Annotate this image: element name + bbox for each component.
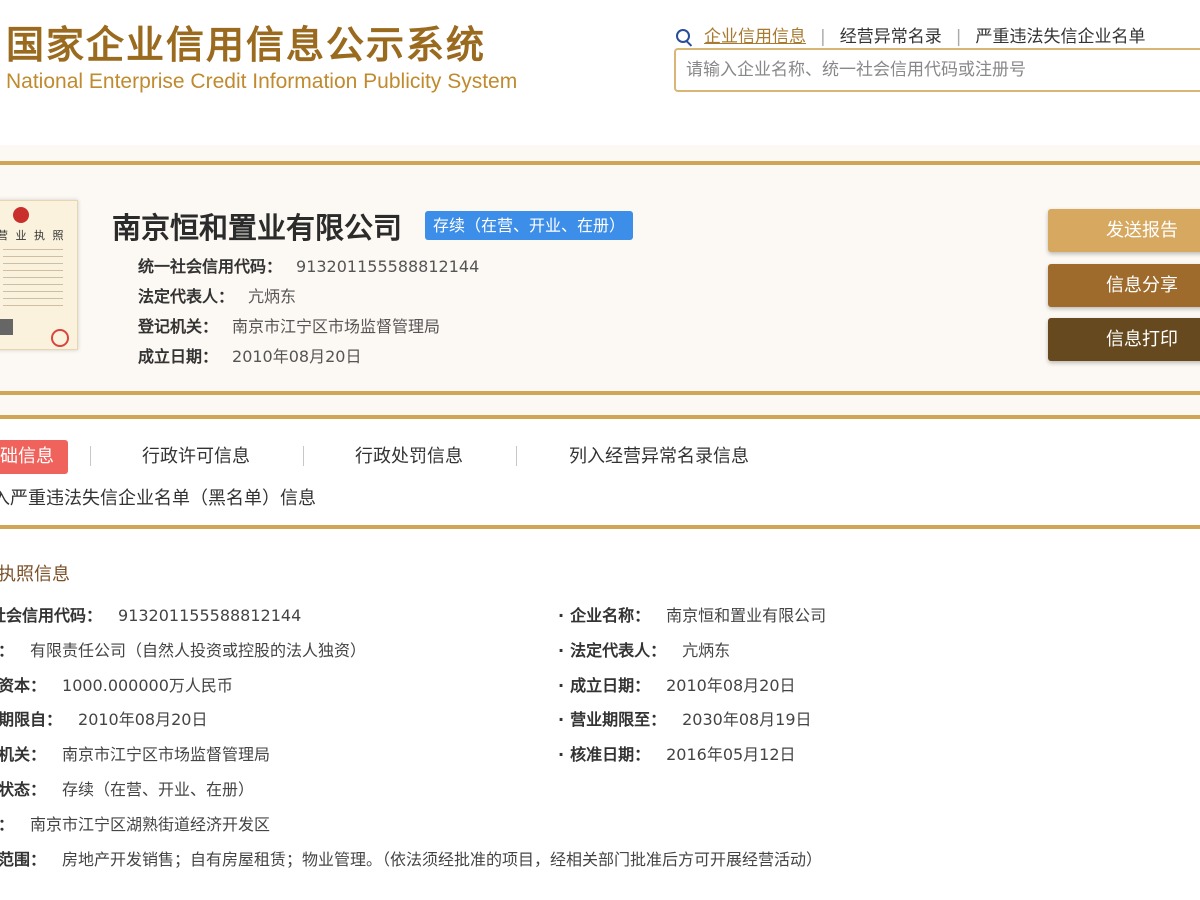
detail-row: 范围： 房地产开发销售；自有房屋租赁；物业管理。（依法须经批准的项目，经相关部门批… — [0, 846, 822, 870]
company-name: 南京恒和置业有限公司 — [112, 211, 403, 245]
bullet: · — [558, 606, 565, 625]
detail-row: 期限自： 2010年08月20日 — [0, 706, 207, 730]
site-header: 国家企业信用信息公示系统 National Enterprise Credit … — [0, 0, 1200, 145]
bullet: · — [558, 710, 565, 729]
detail-value: 2010年08月20日 — [666, 676, 796, 695]
detail-label: ： — [0, 641, 14, 660]
search-input[interactable] — [676, 50, 1200, 90]
search-icon — [676, 29, 690, 43]
detail-row: · 核准日期： 2016年05月12日 — [558, 741, 796, 765]
info-legal-rep: 法定代表人： 亢炳东 — [138, 283, 296, 307]
detail-label: 社会信用代码： — [0, 606, 103, 625]
info-value: 913201155588812144 — [296, 257, 480, 276]
qr-code-icon — [0, 319, 13, 335]
detail-value: 1000.000000万人民币 — [62, 676, 233, 695]
info-label: 成立日期： — [138, 347, 219, 366]
detail-label: 状态： — [0, 780, 47, 799]
section-title-license-info: 执照信息 — [0, 564, 70, 585]
site-logo-cn[interactable]: 国家企业信用信息公示系统 — [6, 14, 486, 69]
tab-divider — [90, 446, 91, 466]
info-registration-authority: 登记机关： 南京市江宁区市场监督管理局 — [138, 313, 440, 337]
detail-row: ： 南京市江宁区湖熟街道经济开发区 — [0, 811, 270, 835]
nav-divider: | — [820, 27, 826, 47]
info-label: 登记机关： — [138, 317, 219, 336]
info-value: 南京市江宁区市场监督管理局 — [232, 317, 441, 336]
detail-label: ： — [0, 815, 14, 834]
info-label: 法定代表人： — [138, 287, 235, 306]
detail-value: 房地产开发销售；自有房屋租赁；物业管理。（依法须经批准的项目，经相关部门批准后方… — [62, 850, 823, 869]
detail-value: 2010年08月20日 — [78, 710, 208, 729]
send-report-button[interactable]: 发送报告 — [1048, 209, 1200, 252]
license-text-lines — [3, 249, 63, 309]
detail-row: 机关： 南京市江宁区市场监督管理局 — [0, 741, 270, 765]
detail-label: 范围： — [0, 850, 47, 869]
detail-value: 南京市江宁区市场监督管理局 — [62, 745, 271, 764]
detail-label: 资本： — [0, 676, 47, 695]
detail-row: 社会信用代码： 913201155588812144 — [0, 602, 301, 626]
detail-label: 企业名称： — [570, 606, 651, 625]
bullet: · — [558, 676, 565, 695]
info-tabs: 础信息 行政许可信息 行政处罚信息 列入经营异常名录信息 入严重违法失信企业名单… — [0, 415, 1200, 530]
detail-label: 成立日期： — [570, 676, 651, 695]
tab-abnormal-list[interactable]: 列入经营异常名录信息 — [569, 440, 749, 474]
detail-value: 913201155588812144 — [118, 606, 302, 625]
detail-value: 亢炳东 — [682, 641, 731, 660]
bullet: · — [558, 641, 565, 660]
detail-value: 存续（在营、开业、在册） — [62, 780, 255, 799]
share-info-button[interactable]: 信息分享 — [1048, 264, 1200, 307]
info-established-date: 成立日期： 2010年08月20日 — [138, 343, 361, 367]
tab-admin-license[interactable]: 行政许可信息 — [142, 440, 250, 474]
detail-row: · 成立日期： 2010年08月20日 — [558, 672, 796, 696]
detail-value: 2016年05月12日 — [666, 745, 796, 764]
tab-blacklist[interactable]: 入严重违法失信企业名单（黑名单）信息 — [0, 482, 316, 516]
detail-value: 2030年08月19日 — [682, 710, 812, 729]
detail-row: · 企业名称： 南京恒和置业有限公司 — [558, 602, 826, 626]
detail-row: ： 有限责任公司（自然人投资或控股的法人独资） — [0, 637, 366, 661]
business-license-thumbnail[interactable]: 营 业 执 照 — [0, 200, 78, 350]
national-emblem-icon — [13, 207, 29, 223]
bullet: · — [558, 745, 565, 764]
info-credit-code: 统一社会信用代码： 913201155588812144 — [138, 253, 479, 277]
detail-row: · 营业期限至： 2030年08月19日 — [558, 706, 812, 730]
tabs-bottom-divider — [0, 525, 1200, 529]
detail-value: 南京市江宁区湖熟街道经济开发区 — [30, 815, 271, 834]
nav-link-blacklist[interactable]: 严重违法失信企业名单 — [975, 27, 1145, 47]
official-seal-icon — [51, 329, 69, 347]
detail-row: 状态： 存续（在营、开业、在册） — [0, 776, 254, 800]
card-top-divider — [0, 161, 1200, 165]
print-info-button[interactable]: 信息打印 — [1048, 318, 1200, 361]
tabs-top-divider — [0, 415, 1200, 419]
detail-label: 期限自： — [0, 710, 63, 729]
detail-row: · 法定代表人： 亢炳东 — [558, 637, 730, 661]
detail-label: 机关： — [0, 745, 47, 764]
status-badge: 存续（在营、开业、在册） — [425, 211, 634, 240]
detail-label: 营业期限至： — [570, 710, 667, 729]
detail-value: 有限责任公司（自然人投资或控股的法人独资） — [30, 641, 367, 660]
card-bottom-divider — [0, 391, 1200, 395]
info-value: 亢炳东 — [248, 287, 297, 306]
top-nav: 企业信用信息 | 经营异常名录 | 严重违法失信企业名单 — [676, 22, 1145, 47]
tab-basic-info[interactable]: 础信息 — [0, 440, 68, 474]
site-logo-en[interactable]: National Enterprise Credit Information P… — [6, 70, 517, 94]
detail-label: 法定代表人： — [570, 641, 667, 660]
tab-admin-penalty[interactable]: 行政处罚信息 — [355, 440, 463, 474]
nav-link-abnormal-list[interactable]: 经营异常名录 — [840, 27, 942, 47]
company-card: 营 业 执 照 南京恒和置业有限公司 存续（在营、开业、在册） 统一社会信用代码… — [0, 145, 1200, 415]
tab-divider — [516, 446, 517, 466]
search-box — [674, 48, 1200, 92]
info-value: 2010年08月20日 — [232, 347, 362, 366]
nav-link-enterprise-credit[interactable]: 企业信用信息 — [704, 27, 806, 47]
info-label: 统一社会信用代码： — [138, 257, 283, 276]
tab-divider — [303, 446, 304, 466]
license-title: 营 业 执 照 — [0, 229, 66, 242]
detail-value: 南京恒和置业有限公司 — [666, 606, 827, 625]
detail-row: 资本： 1000.000000万人民币 — [0, 672, 233, 696]
detail-label: 核准日期： — [570, 745, 651, 764]
nav-divider: | — [955, 27, 962, 47]
